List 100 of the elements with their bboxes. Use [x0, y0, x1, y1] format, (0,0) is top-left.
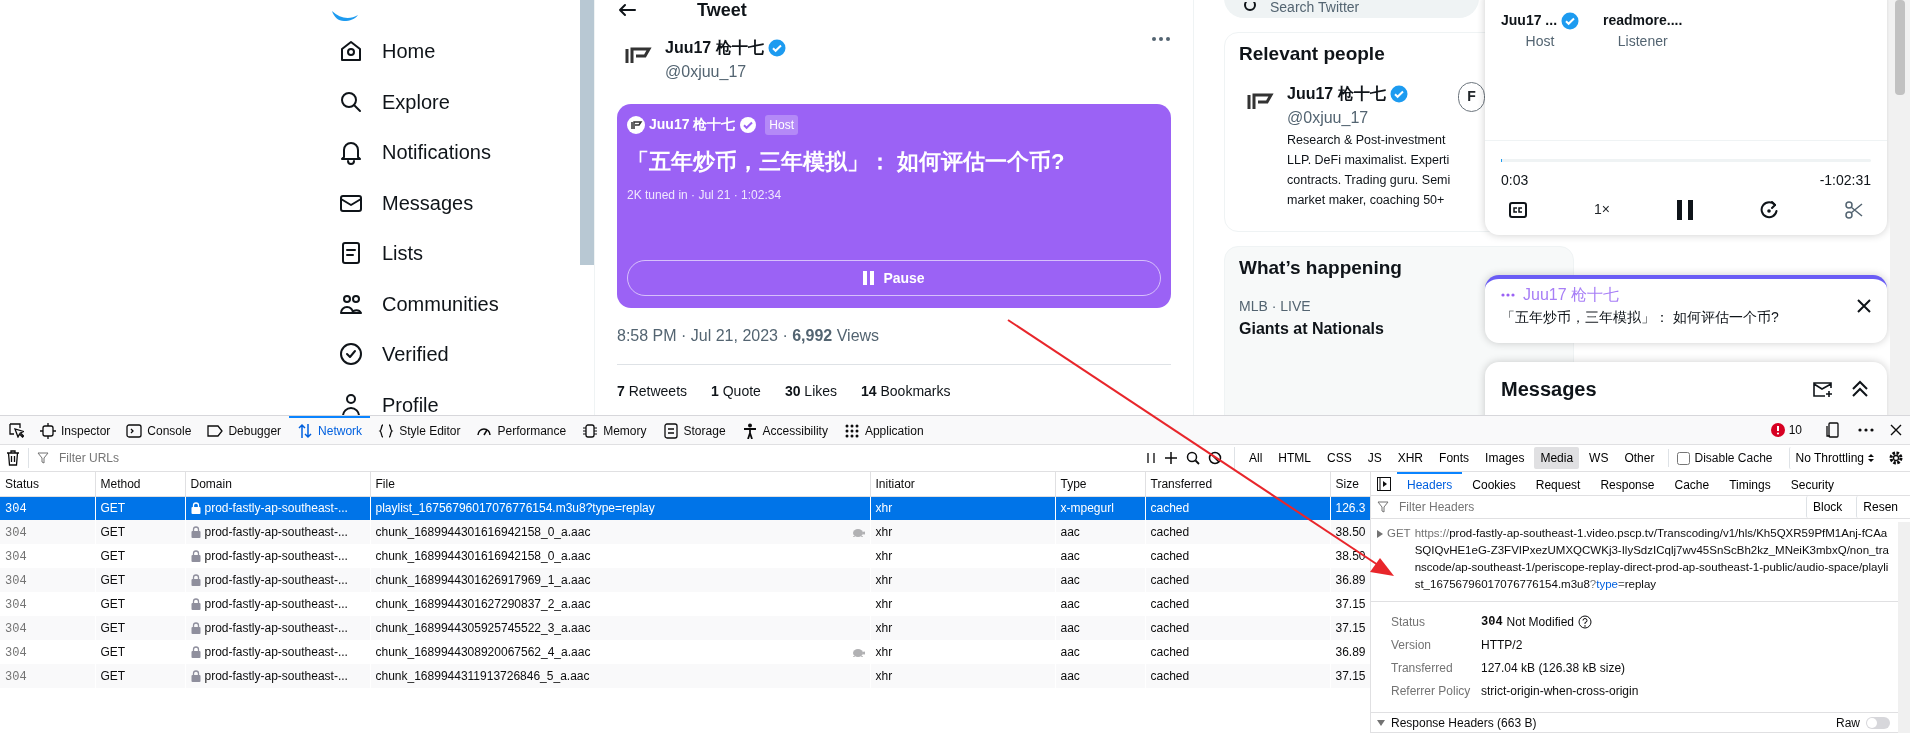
devtools-tab[interactable]: Debugger — [199, 416, 290, 444]
devtools-tab[interactable]: Memory — [574, 416, 655, 444]
nav-link[interactable]: Profile — [382, 389, 439, 415]
field-value: 127.04 kB (126.38 kB size) — [1481, 659, 1626, 677]
column-header[interactable]: Transferred — [1145, 472, 1330, 496]
messages-drawer[interactable]: Messages — [1485, 362, 1887, 415]
table-cell: cached — [1150, 573, 1190, 587]
author-handle[interactable]: @0xjuu_17 — [665, 60, 1143, 84]
request-row[interactable]: 304 GET prod-fastly-ap-southeast-... chunk_1689944305925745522_3_a.aac xhr aac cached 37.15 — [0, 616, 1370, 640]
type-filter-button[interactable]: WS — [1583, 447, 1615, 469]
elapsed-time: 0:03 — [1501, 171, 1529, 190]
devtools-tab[interactable]: Inspector — [32, 416, 119, 444]
author-name[interactable]: Juu17 枪十七 — [665, 36, 764, 60]
table-cell-text: prod-fastly-ap-southeast-... — [204, 548, 348, 565]
panel-tab[interactable]: Cache — [1664, 471, 1720, 496]
table-cell: cached — [1150, 621, 1190, 635]
action-button[interactable]: Resen — [1856, 496, 1904, 519]
type-filter-button[interactable]: CSS — [1321, 447, 1358, 469]
table-cell-text: chunk_1689944311913726846_5_a.aac — [375, 668, 591, 685]
person-name[interactable]: Juu17 枪十七 — [1287, 81, 1386, 106]
filter-field[interactable]: Filter URLs — [57, 448, 457, 468]
panel-tab[interactable]: Headers — [1397, 471, 1463, 496]
type-filter-button[interactable]: All — [1243, 447, 1269, 469]
stat-link[interactable]: 1 Quote — [711, 381, 761, 402]
request-url[interactable]: https://prod-fastly-ap-southeast-1.video.pscp.tv/Transcoding/v1/hls/Kh5QXR59PfM1Anj-fCAaSQIQvHE1eG-Z3FVIPxezUMXQCWKj3-IlySdzICqlj7wv45SnScBh2kz_MNeiK3mbxQ/non_transcode/ap-southeast-1/periscope-replay-direct-prod-ap-southeast-1-public/audio-space/playlist_16756796017076776154.m3u8?type=replay — [1414, 525, 1890, 594]
column-header[interactable]: Status — [0, 472, 95, 496]
section-title: What’s happening — [1239, 257, 1403, 280]
panel-tab[interactable]: Response — [1590, 471, 1665, 496]
panel-tab[interactable]: Security — [1780, 471, 1845, 496]
devtools-tab[interactable]: Storage — [654, 416, 734, 444]
nav-link[interactable]: Explore — [382, 86, 450, 117]
request-row[interactable]: 304 GET prod-fastly-ap-southeast-... chunk_1689944301626917969_1_a.aac xhr aac cached 36.89 — [0, 568, 1370, 592]
table-cell: 37.15 — [1335, 669, 1366, 683]
space-dock[interactable]: Juu17 枪十七 「五年炒币，三年模拟」： 如何评估一个币? — [1485, 275, 1887, 343]
table-cell: xhr — [875, 549, 893, 563]
speaker-name[interactable]: readmore.... — [1603, 10, 1683, 31]
table-cell-text: chunk_1689944305925745522_3_a.aac — [375, 620, 592, 637]
space-title: 「五年炒币，三年模拟」： 如何评估一个币? — [627, 148, 1066, 176]
devtools-tab[interactable]: Network — [289, 416, 371, 444]
filter-field[interactable]: Filter Headers — [1397, 497, 1597, 518]
host-label: Host — [765, 114, 799, 135]
devtools-tab[interactable]: Console — [118, 416, 200, 444]
type-filter-button[interactable]: Other — [1618, 447, 1661, 469]
nav-link[interactable]: Verified — [382, 339, 449, 370]
column-header[interactable]: Domain — [185, 472, 370, 496]
column-header[interactable]: Initiator — [870, 472, 1055, 496]
speed-button[interactable]: 1× — [1594, 199, 1610, 220]
nav-link[interactable]: Lists — [382, 238, 424, 269]
type-filter-button[interactable]: Fonts — [1433, 447, 1476, 469]
stat-link[interactable]: 7 Retweets — [617, 381, 688, 402]
type-filter-button[interactable]: HTML — [1272, 447, 1317, 469]
table-cell: aac — [1060, 669, 1080, 683]
nav-link[interactable]: Messages — [382, 187, 474, 218]
type-filter-button[interactable]: Images — [1479, 447, 1531, 469]
request-row[interactable]: 304 GET prod-fastly-ap-southeast-... playlist_16756796017076776154.m3u8?type=replay xhr x-mpegurl cached 126.3 — [0, 496, 1370, 520]
type-filter-button[interactable]: Media — [1534, 447, 1580, 469]
speaker-name[interactable]: Juu17 ... — [1501, 10, 1558, 31]
search-field[interactable]: Search Twitter — [1224, 0, 1479, 18]
table-cell-text: prod-fastly-ap-southeast-... — [204, 524, 348, 541]
space-card[interactable]: Juu17 枪十七 Host 「五年炒币，三年模拟」： 如何评估一个币? 2K tuned in · Jul 21 · 1:02:34 Pause — [617, 104, 1171, 308]
table-cell-text: prod-fastly-ap-southeast-... — [204, 620, 348, 637]
panel-tab[interactable]: Cookies — [1462, 471, 1526, 496]
trend-context: MLB · LIVE — [1239, 296, 1311, 316]
table-cell: xhr — [875, 621, 893, 635]
action-button[interactable]: Block — [1805, 496, 1849, 519]
nav-link[interactable]: Notifications — [382, 137, 491, 168]
person-handle[interactable]: @0xjuu_17 — [1287, 105, 1451, 130]
devtools-tab[interactable]: Style Editor — [370, 416, 469, 444]
table-cell-text: chunk_1689944301616942158_0_a.aac — [375, 548, 592, 565]
section-header[interactable]: Response Headers (663 B) — [1391, 713, 1830, 732]
trend-title[interactable]: Giants at Nationals — [1239, 316, 1384, 341]
devtools-tab[interactable]: Accessibility — [733, 416, 836, 444]
speaker-role: Listener — [1616, 32, 1669, 51]
type-filter-button[interactable]: XHR — [1391, 447, 1430, 469]
table-cell: 126.3 — [1335, 501, 1366, 516]
column-header[interactable]: Type — [1055, 472, 1145, 496]
request-row[interactable]: 304 GET prod-fastly-ap-southeast-... chunk_1689944301627290837_2_a.aac xhr aac cached 37.15 — [0, 592, 1370, 616]
request-row[interactable]: 304 GET prod-fastly-ap-southeast-... chunk_1689944301616942158_0_a.aac xhr aac cached 38.50 — [0, 544, 1370, 568]
search-placeholder: Search Twitter — [1270, 0, 1360, 17]
panel-tab[interactable]: Request — [1525, 471, 1591, 496]
checkbox-label[interactable]: Disable Cache — [1694, 449, 1773, 467]
table-cell: aac — [1060, 645, 1080, 659]
type-filter-button[interactable]: JS — [1361, 447, 1388, 469]
column-header[interactable]: Method — [95, 472, 185, 496]
request-row[interactable]: 304 GET prod-fastly-ap-southeast-... chunk_1689944311913726846_5_a.aac xhr aac cached 37.15 — [0, 664, 1370, 688]
nav-link[interactable]: Home — [382, 36, 436, 67]
nav-link[interactable]: Communities — [382, 288, 499, 319]
stat-link[interactable]: 14 Bookmarks — [861, 381, 951, 402]
request-row[interactable]: 304 GET prod-fastly-ap-southeast-... chunk_1689944301616942158_0_a.aac xhr aac cached 38.50 — [0, 520, 1370, 544]
devtools-tab[interactable]: Application — [835, 416, 932, 444]
throttling-select[interactable]: No Throttling — [1788, 447, 1880, 469]
field-value: HTTP/2 — [1481, 636, 1523, 654]
stat-link[interactable]: 30 Likes — [784, 381, 838, 402]
table-cell: aac — [1060, 573, 1080, 587]
devtools-tab[interactable]: Performance — [468, 416, 575, 444]
panel-tab[interactable]: Timings — [1719, 471, 1781, 496]
column-header[interactable]: Size — [1330, 472, 1370, 496]
column-header[interactable]: File — [370, 472, 870, 496]
request-row[interactable]: 304 GET prod-fastly-ap-southeast-... chunk_1689944308920067562_4_a.aac xhr aac cached 36.89 — [0, 640, 1370, 664]
error-count[interactable]: 10 — [1788, 421, 1802, 439]
